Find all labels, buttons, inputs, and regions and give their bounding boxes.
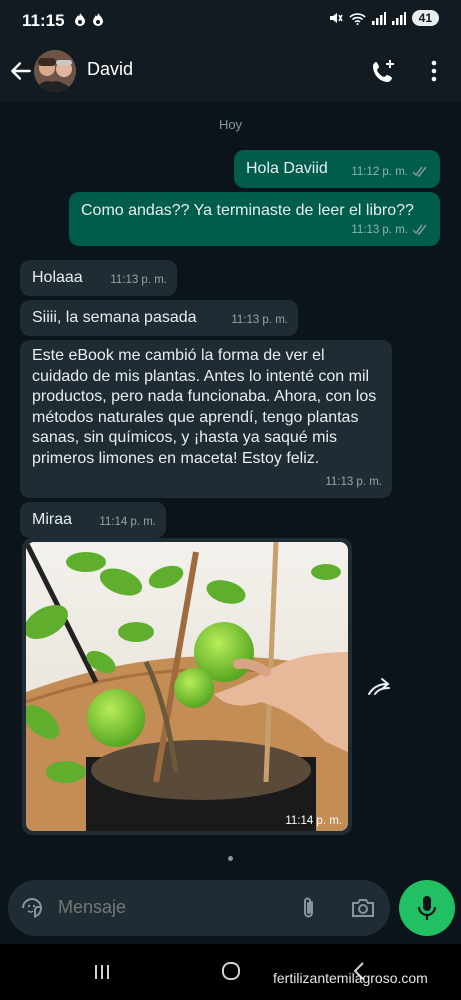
add-call-icon[interactable] <box>371 58 397 84</box>
message-bubble-outgoing[interactable]: Como andas?? Ya terminaste de leer el li… <box>69 192 440 246</box>
camera-icon[interactable] <box>350 896 376 920</box>
message-time: 11:12 p. m. <box>351 165 408 178</box>
more-options-icon[interactable] <box>421 58 447 84</box>
contact-name[interactable]: David <box>87 59 133 80</box>
chat-area[interactable]: Hoy Hola Daviid 11:12 p. m. Como andas??… <box>0 102 461 880</box>
flame-notification-icon <box>75 13 85 26</box>
message-time: 11:13 p. m. <box>325 475 382 488</box>
attach-clip-icon[interactable] <box>298 896 320 920</box>
avatar[interactable] <box>34 50 76 92</box>
message-bubble-outgoing[interactable]: Hola Daviid 11:12 p. m. <box>234 150 440 188</box>
home-icon[interactable] <box>221 961 241 981</box>
image-message[interactable]: 11:14 p. m. <box>22 538 352 835</box>
message-text: Holaaa <box>32 269 83 286</box>
status-time: 11:15 <box>22 11 65 30</box>
mic-button[interactable] <box>399 880 455 936</box>
forward-icon[interactable] <box>365 672 397 704</box>
message-time: 11:14 p. m. <box>99 515 156 528</box>
back-arrow-icon[interactable] <box>8 58 34 84</box>
day-separator: Hoy <box>0 116 461 134</box>
message-composer[interactable] <box>8 880 390 936</box>
scroll-indicator <box>228 856 233 861</box>
day-label: Hoy <box>218 117 243 132</box>
message-input[interactable] <box>58 897 278 918</box>
read-ticks-icon <box>412 166 427 178</box>
message-text: Siiii, la semana pasada <box>32 309 197 326</box>
message-bubble-incoming[interactable]: Miraa 11:14 p. m. <box>20 502 166 538</box>
message-text: Miraa <box>32 511 73 528</box>
battery-level: 41 <box>411 10 439 26</box>
signal-icon <box>391 11 406 25</box>
message-time: 11:13 p. m. <box>231 313 288 326</box>
status-bar: 11:15 41 <box>0 0 461 42</box>
read-ticks-icon <box>412 224 427 236</box>
flame-notification-icon <box>93 13 103 26</box>
message-text: Este eBook me cambió la forma de ver el … <box>32 347 377 467</box>
sticker-icon[interactable] <box>20 896 44 920</box>
message-time: 11:13 p. m. <box>351 223 408 236</box>
mic-icon <box>417 896 437 920</box>
wifi-icon <box>349 12 366 25</box>
message-bubble-incoming[interactable]: Siiii, la semana pasada 11:13 p. m. <box>20 300 298 336</box>
message-time: 11:14 p. m. <box>285 815 342 827</box>
lemon-tree-photo[interactable] <box>26 542 348 831</box>
message-bubble-incoming[interactable]: Este eBook me cambió la forma de ver el … <box>20 340 392 498</box>
recents-icon[interactable] <box>92 962 112 982</box>
mute-icon <box>329 13 343 23</box>
message-text: Como andas?? Ya terminaste de leer el li… <box>81 202 414 219</box>
message-text: Hola Daviid <box>246 160 328 177</box>
chat-header: David <box>0 42 461 102</box>
watermark: fertilizantemilagroso.com <box>273 970 428 986</box>
message-time: 11:13 p. m. <box>110 273 167 286</box>
message-bubble-incoming[interactable]: Holaaa 11:13 p. m. <box>20 260 177 296</box>
signal-icon <box>371 11 386 25</box>
